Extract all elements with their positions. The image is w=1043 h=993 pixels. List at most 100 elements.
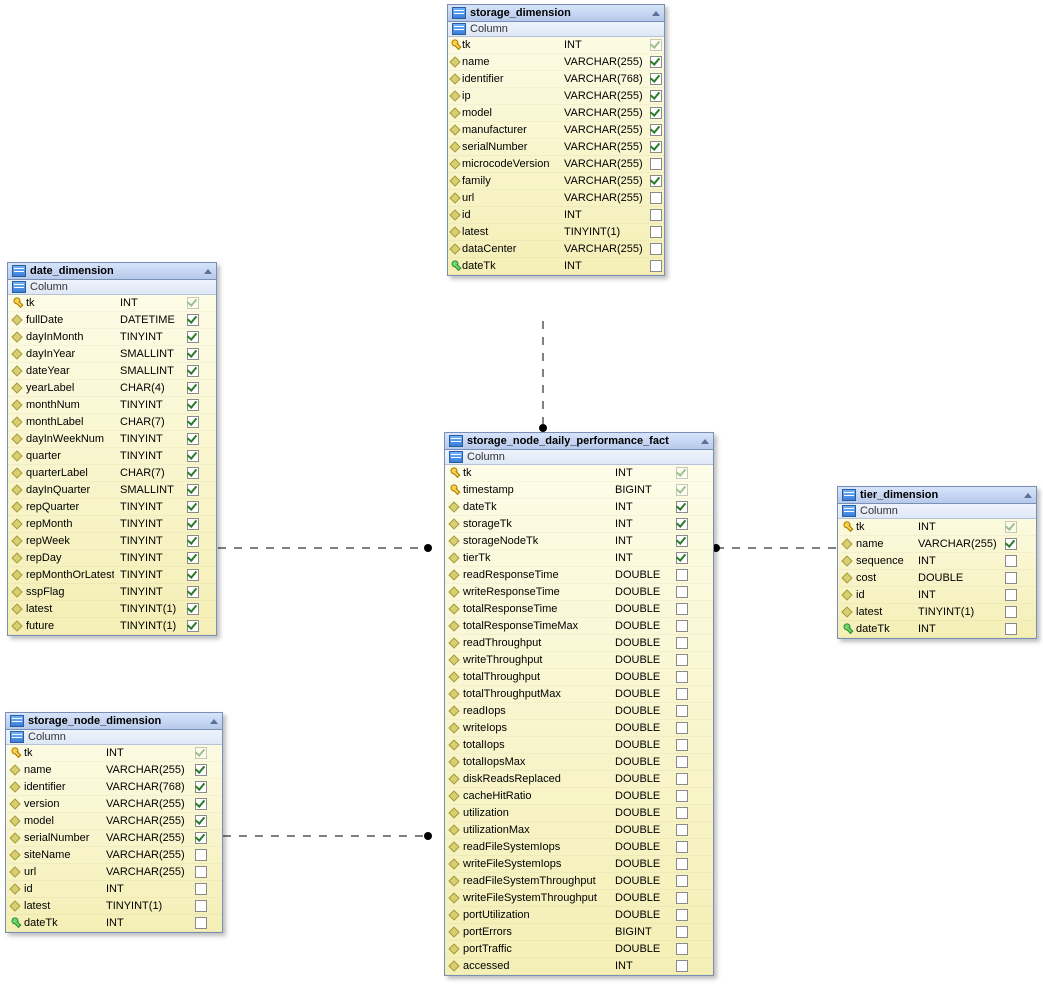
table-row[interactable]: repWeekTINYINT	[8, 533, 216, 550]
table-row[interactable]: modelVARCHAR(255)	[6, 813, 222, 830]
table-row[interactable]: portErrorsBIGINT	[445, 924, 713, 941]
table-row[interactable]: tierTkINT	[445, 550, 713, 567]
nullable-checkbox[interactable]	[1004, 538, 1018, 550]
nullable-checkbox[interactable]	[186, 399, 200, 411]
nullable-checkbox[interactable]	[186, 603, 200, 615]
collapse-icon[interactable]	[210, 719, 218, 724]
table-row[interactable]: readFileSystemIopsDOUBLE	[445, 839, 713, 856]
table-row[interactable]: latestTINYINT(1)	[448, 224, 664, 241]
table-header[interactable]: storage_node_dimension	[6, 713, 222, 730]
table-row[interactable]: costDOUBLE	[838, 570, 1036, 587]
nullable-checkbox[interactable]	[186, 382, 200, 394]
collapse-icon[interactable]	[652, 11, 660, 16]
nullable-checkbox[interactable]	[650, 124, 662, 136]
table-row[interactable]: writeThroughputDOUBLE	[445, 652, 713, 669]
nullable-checkbox[interactable]	[650, 260, 662, 272]
table-row[interactable]: accessedINT	[445, 958, 713, 975]
nullable-checkbox[interactable]	[1004, 606, 1018, 618]
nullable-checkbox[interactable]	[1004, 555, 1018, 567]
nullable-checkbox[interactable]	[186, 552, 200, 564]
table-row[interactable]: modelVARCHAR(255)	[448, 105, 664, 122]
nullable-checkbox[interactable]	[650, 39, 662, 51]
nullable-checkbox[interactable]	[194, 883, 208, 895]
nullable-checkbox[interactable]	[650, 158, 662, 170]
nullable-checkbox[interactable]	[194, 764, 208, 776]
table-row[interactable]: urlVARCHAR(255)	[448, 190, 664, 207]
nullable-checkbox[interactable]	[675, 705, 689, 717]
nullable-checkbox[interactable]	[194, 900, 208, 912]
nullable-checkbox[interactable]	[194, 815, 208, 827]
table-row[interactable]: nameVARCHAR(255)	[448, 54, 664, 71]
table-row[interactable]: writeFileSystemIopsDOUBLE	[445, 856, 713, 873]
nullable-checkbox[interactable]	[675, 518, 689, 530]
nullable-checkbox[interactable]	[186, 433, 200, 445]
nullable-checkbox[interactable]	[675, 671, 689, 683]
table-row[interactable]: latestTINYINT(1)	[6, 898, 222, 915]
nullable-checkbox[interactable]	[194, 798, 208, 810]
nullable-checkbox[interactable]	[194, 866, 208, 878]
table-row[interactable]: readIopsDOUBLE	[445, 703, 713, 720]
table-row[interactable]: dataCenterVARCHAR(255)	[448, 241, 664, 258]
nullable-checkbox[interactable]	[675, 501, 689, 513]
nullable-checkbox[interactable]	[650, 243, 662, 255]
table-row[interactable]: tkINT	[445, 465, 713, 482]
table-row[interactable]: readResponseTimeDOUBLE	[445, 567, 713, 584]
nullable-checkbox[interactable]	[650, 226, 662, 238]
nullable-checkbox[interactable]	[675, 569, 689, 581]
table-row[interactable]: dayInMonthTINYINT	[8, 329, 216, 346]
table-row[interactable]: yearLabelCHAR(4)	[8, 380, 216, 397]
nullable-checkbox[interactable]	[650, 90, 662, 102]
table-row[interactable]: totalResponseTimeMaxDOUBLE	[445, 618, 713, 635]
table-row[interactable]: diskReadsReplacedDOUBLE	[445, 771, 713, 788]
table-row[interactable]: tkINT	[838, 519, 1036, 536]
nullable-checkbox[interactable]	[650, 56, 662, 68]
table-row[interactable]: totalIopsDOUBLE	[445, 737, 713, 754]
table-row[interactable]: quarterLabelCHAR(7)	[8, 465, 216, 482]
table-row[interactable]: monthLabelCHAR(7)	[8, 414, 216, 431]
nullable-checkbox[interactable]	[186, 365, 200, 377]
table-row[interactable]: urlVARCHAR(255)	[6, 864, 222, 881]
table-row[interactable]: storageTkINT	[445, 516, 713, 533]
table-row[interactable]: familyVARCHAR(255)	[448, 173, 664, 190]
table-row[interactable]: tkINT	[448, 37, 664, 54]
nullable-checkbox[interactable]	[650, 175, 662, 187]
table-row[interactable]: cacheHitRatioDOUBLE	[445, 788, 713, 805]
nullable-checkbox[interactable]	[186, 518, 200, 530]
table-row[interactable]: versionVARCHAR(255)	[6, 796, 222, 813]
collapse-icon[interactable]	[1024, 493, 1032, 498]
nullable-checkbox[interactable]	[675, 535, 689, 547]
collapse-icon[interactable]	[204, 269, 212, 274]
nullable-checkbox[interactable]	[675, 467, 689, 479]
nullable-checkbox[interactable]	[194, 849, 208, 861]
nullable-checkbox[interactable]	[186, 467, 200, 479]
nullable-checkbox[interactable]	[675, 484, 689, 496]
nullable-checkbox[interactable]	[650, 192, 662, 204]
table-row[interactable]: idINT	[838, 587, 1036, 604]
table-header[interactable]: storage_dimension	[448, 5, 664, 22]
table-row[interactable]: readFileSystemThroughputDOUBLE	[445, 873, 713, 890]
table-row[interactable]: totalThroughputMaxDOUBLE	[445, 686, 713, 703]
table-row[interactable]: dayInQuarterSMALLINT	[8, 482, 216, 499]
nullable-checkbox[interactable]	[675, 875, 689, 887]
nullable-checkbox[interactable]	[1004, 521, 1018, 533]
table-row[interactable]: ipVARCHAR(255)	[448, 88, 664, 105]
nullable-checkbox[interactable]	[1004, 572, 1018, 584]
nullable-checkbox[interactable]	[186, 416, 200, 428]
table-row[interactable]: siteNameVARCHAR(255)	[6, 847, 222, 864]
table-row[interactable]: microcodeVersionVARCHAR(255)	[448, 156, 664, 173]
nullable-checkbox[interactable]	[675, 858, 689, 870]
table-date_dimension[interactable]: date_dimensionColumntkINTfullDateDATETIM…	[7, 262, 217, 636]
nullable-checkbox[interactable]	[186, 450, 200, 462]
table-row[interactable]: fullDateDATETIME	[8, 312, 216, 329]
table-storage_node_daily_performance_fact[interactable]: storage_node_daily_performance_factColum…	[444, 432, 714, 976]
table-row[interactable]: dateTkINT	[838, 621, 1036, 638]
table-tier_dimension[interactable]: tier_dimensionColumntkINTnameVARCHAR(255…	[837, 486, 1037, 639]
nullable-checkbox[interactable]	[675, 773, 689, 785]
nullable-checkbox[interactable]	[1004, 623, 1018, 635]
nullable-checkbox[interactable]	[650, 107, 662, 119]
table-row[interactable]: totalIopsMaxDOUBLE	[445, 754, 713, 771]
table-row[interactable]: futureTINYINT(1)	[8, 618, 216, 635]
table-row[interactable]: tkINT	[6, 745, 222, 762]
table-row[interactable]: utilizationMaxDOUBLE	[445, 822, 713, 839]
nullable-checkbox[interactable]	[675, 824, 689, 836]
